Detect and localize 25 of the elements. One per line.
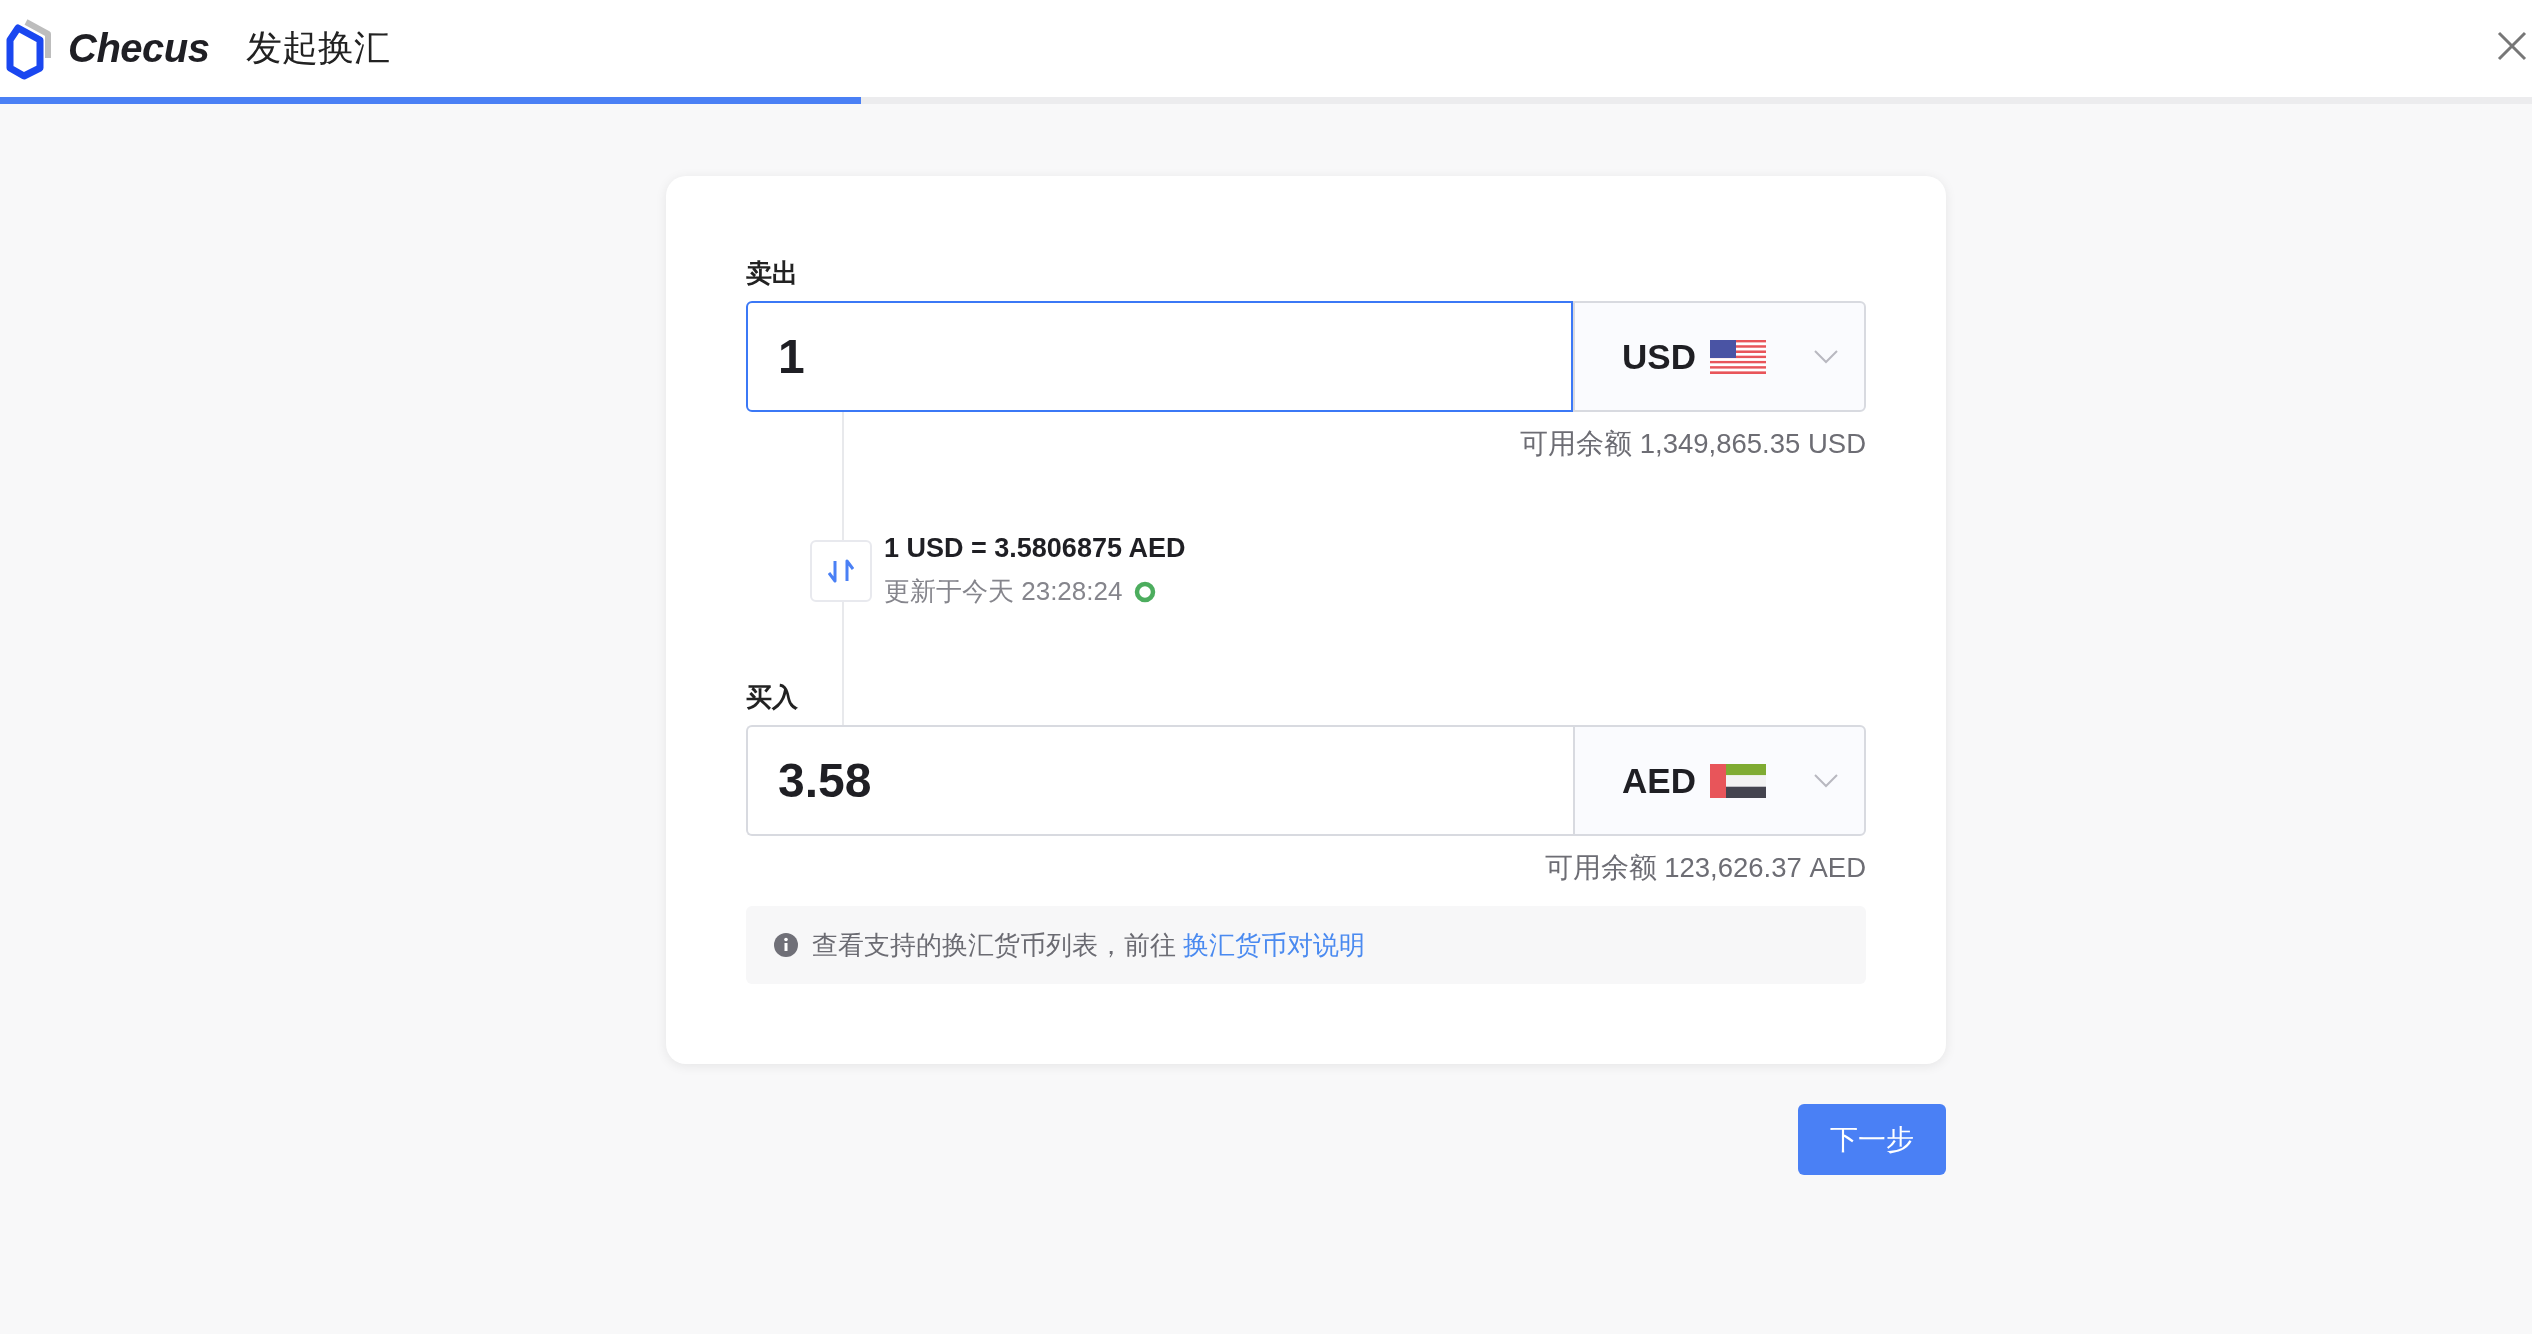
close-icon[interactable] xyxy=(2496,30,2528,62)
notice-text: 查看支持的换汇货币列表，前往 换汇货币对说明 xyxy=(812,928,1366,962)
update-time: 更新于今天 23:28:24 xyxy=(884,575,1123,608)
caret-icon xyxy=(1814,773,1838,788)
flag-icon xyxy=(1710,763,1766,798)
currency-code: USD xyxy=(1622,336,1696,377)
swap-button[interactable] xyxy=(810,540,872,602)
page-title: 发起换汇 xyxy=(245,26,390,70)
exchange-rate: 1 USD = 3.5806875 AED xyxy=(884,533,1186,564)
info-icon xyxy=(774,933,798,957)
currency-code: AED xyxy=(1622,760,1696,801)
field-label: 卖出 xyxy=(746,257,799,290)
field-label: 买入 xyxy=(746,681,799,714)
brand-name: Checus xyxy=(68,26,210,71)
amount-field[interactable]: 1 xyxy=(746,301,1573,412)
currency-select[interactable]: USD xyxy=(1573,301,1866,412)
next-button[interactable]: 下一步 xyxy=(1798,1104,1946,1175)
currency-select[interactable]: AED xyxy=(1573,725,1866,836)
available-balance: 可用余额 1,349,865.35 USD xyxy=(1519,427,1866,461)
caret-icon xyxy=(1814,349,1838,364)
available-balance: 可用余额 123,626.37 AED xyxy=(1543,851,1866,885)
swap-arrows-icon xyxy=(828,557,854,585)
status-ring-icon xyxy=(1134,580,1157,603)
amount-field[interactable]: 3.58 xyxy=(746,725,1573,836)
flag-icon xyxy=(1710,339,1766,374)
